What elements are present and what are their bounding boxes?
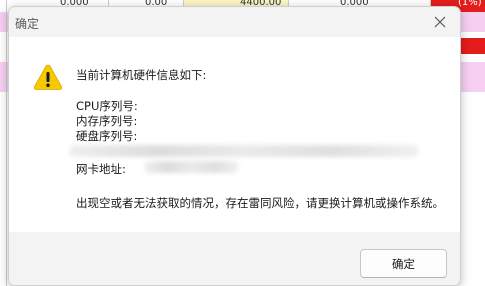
close-button[interactable] (420, 7, 460, 37)
mac-address-label: 网卡地址: (76, 162, 126, 176)
redacted-value (144, 161, 239, 173)
dialog-notice: 出现空或者无法获取的情况，存在雷同风险，请更换计算机或操作系统。 (76, 196, 444, 210)
warning-icon (33, 64, 63, 90)
sheet-cell-value: (1%) (458, 0, 482, 8)
dialog-heading: 当前计算机硬件信息如下: (76, 68, 207, 82)
dialog-footer: 确定 (9, 232, 460, 285)
memory-serial-label: 内存序列号: (76, 114, 138, 128)
dialog-content: 当前计算机硬件信息如下: CPU序列号: 内存序列号: 硬盘序列号: 网卡地址:… (9, 37, 460, 232)
ok-button[interactable]: 确定 (360, 249, 447, 278)
dialog-titlebar[interactable]: 确定 (9, 7, 460, 37)
redacted-value (69, 145, 419, 157)
cpu-serial-label: CPU序列号: (76, 99, 138, 113)
sheet-gridline (6, 0, 7, 286)
dialog-title: 确定 (15, 17, 40, 31)
disk-serial-label: 硬盘序列号: (76, 129, 138, 143)
close-icon (434, 16, 446, 28)
confirm-dialog: 确定 当前计算机硬件信息如下: CPU序列号: 内存序列号: 硬盘序列号: 网卡… (8, 6, 461, 286)
